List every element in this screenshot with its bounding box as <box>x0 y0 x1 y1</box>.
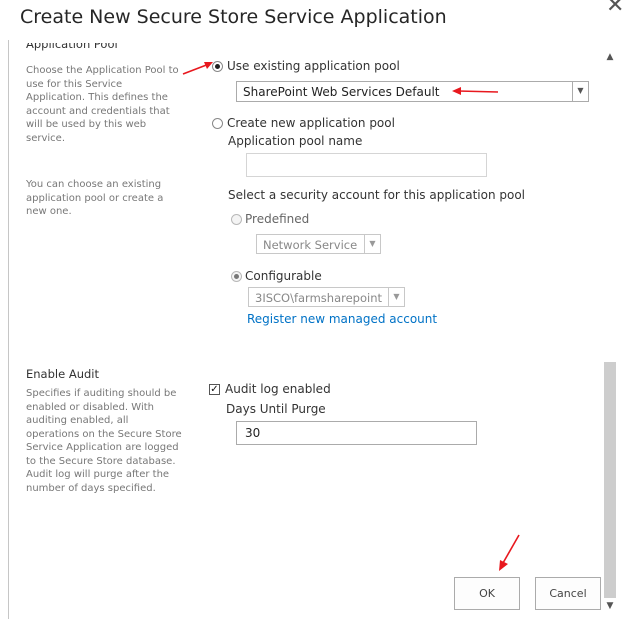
predefined-account-value: Network Service <box>263 238 358 252</box>
annotation-arrow-icon <box>182 62 213 75</box>
app-pool-description: Choose the Application Pool to use for t… <box>26 65 179 144</box>
scrollbar-thumb[interactable] <box>604 362 616 598</box>
chevron-down-icon: ▼ <box>388 288 404 306</box>
register-managed-account-link[interactable]: Register new managed account <box>247 312 437 326</box>
predefined-label[interactable]: Predefined <box>245 212 309 226</box>
configurable-label[interactable]: Configurable <box>245 269 322 283</box>
pool-name-label: Application pool name <box>228 134 363 148</box>
cancel-button[interactable]: Cancel <box>535 577 601 610</box>
audit-log-label[interactable]: Audit log enabled <box>225 382 331 396</box>
use-existing-label[interactable]: Use existing application pool <box>227 59 400 73</box>
scroll-up-arrow-icon[interactable]: ▲ <box>603 52 617 62</box>
annotation-arrow-icon <box>499 534 520 571</box>
predefined-radio[interactable] <box>231 214 242 225</box>
audit-description: Specifies if auditing should be enabled … <box>26 388 182 494</box>
configurable-radio[interactable] <box>231 271 242 282</box>
existing-pool-value: SharePoint Web Services Default <box>243 85 440 99</box>
dialog-left-border <box>8 40 9 619</box>
days-until-purge-label: Days Until Purge <box>226 402 326 416</box>
scroll-down-arrow-icon[interactable]: ▼ <box>603 601 617 611</box>
close-icon[interactable]: ✕ <box>606 0 624 18</box>
chevron-down-icon: ▼ <box>572 82 588 101</box>
existing-pool-select[interactable]: SharePoint Web Services Default ▼ <box>236 81 589 102</box>
predefined-account-select[interactable]: Network Service ▼ <box>256 234 381 254</box>
security-account-label: Select a security account for this appli… <box>228 188 526 202</box>
configurable-account-value: 3ISCO\farmsharepoint <box>255 291 382 305</box>
audit-heading: Enable Audit <box>26 367 99 381</box>
create-new-label[interactable]: Create new application pool <box>227 116 395 130</box>
create-new-radio[interactable] <box>212 118 223 129</box>
audit-log-checkbox[interactable]: ✓ <box>209 384 220 395</box>
chevron-down-icon: ▼ <box>364 235 380 253</box>
ok-button[interactable]: OK <box>454 577 520 610</box>
configurable-account-select[interactable]: 3ISCO\farmsharepoint ▼ <box>248 287 405 307</box>
annotation-arrow-icon <box>452 87 499 95</box>
pool-name-input[interactable] <box>246 153 487 177</box>
dialog-title: Create New Secure Store Service Applicat… <box>20 6 447 28</box>
app-pool-heading: Application Pool <box>26 43 118 51</box>
app-pool-description-2: You can choose an existing application p… <box>26 179 164 217</box>
days-until-purge-input[interactable]: 30 <box>236 421 477 445</box>
